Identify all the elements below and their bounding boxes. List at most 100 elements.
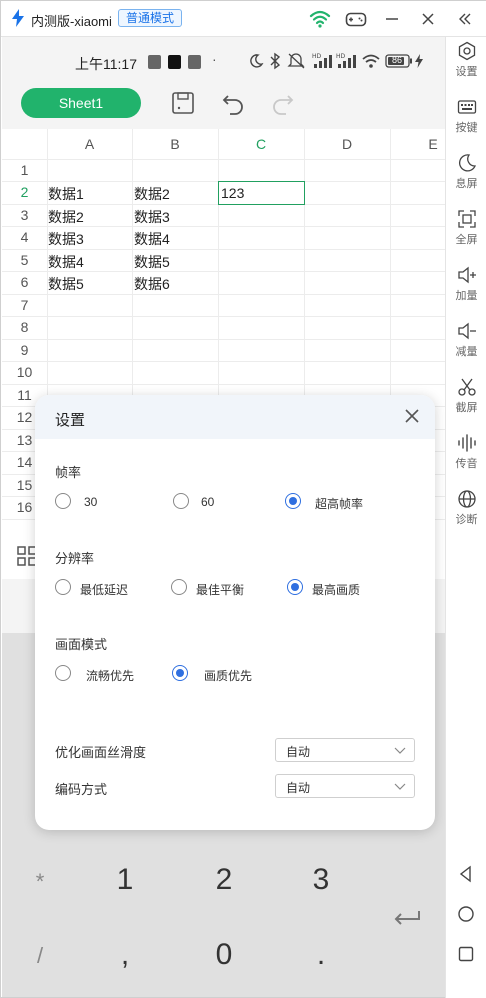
row-header[interactable]: 8 [2,319,47,335]
home-nav-icon[interactable] [456,904,476,924]
radio-quality-first-label[interactable]: 画质优先 [204,667,252,684]
radio-lowest-latency-label[interactable]: 最低延迟 [80,581,128,598]
row-header[interactable]: 4 [2,229,47,245]
radio-smooth-first-label[interactable]: 流畅优先 [86,667,134,684]
radio-30fps[interactable] [55,493,71,509]
cell-b4[interactable]: 数据4 [134,229,170,249]
radio-smooth-first[interactable] [55,665,71,681]
settings-icon [458,41,475,61]
column-header[interactable]: D [304,129,390,159]
dot-icon: · [212,51,217,67]
radio-highest-quality[interactable] [287,579,303,595]
cell-a4[interactable]: 数据3 [48,229,84,249]
radio-60fps[interactable] [173,493,189,509]
row-header[interactable]: 9 [2,342,47,358]
sidebar-label: 按键 [455,122,478,134]
radio-best-balance[interactable] [171,579,187,595]
key-dot[interactable]: . [291,938,351,972]
key-slash[interactable]: / [10,943,70,969]
column-header[interactable]: A [47,129,132,159]
cell-b6[interactable]: 数据6 [134,274,170,294]
sidebar-item-fullscreen[interactable]: 全屏 [446,205,486,257]
svg-text:HD: HD [312,53,322,60]
row-header[interactable]: 1 [2,162,47,178]
moon-icon [458,154,476,172]
key-comma[interactable]: , [95,938,155,972]
radio-ultra-fps[interactable] [285,493,301,509]
sidebar-item-volume-down[interactable]: 减量 [446,317,486,369]
row-header[interactable]: 10 [2,364,47,380]
dialog-header: 设置 [35,395,435,439]
row-header[interactable]: 3 [2,207,47,223]
status-time: 上午11:17 [75,56,137,72]
radio-60fps-label[interactable]: 60 [201,495,214,509]
wifi-icon[interactable] [308,7,332,31]
cell-b3[interactable]: 数据3 [134,207,170,227]
radio-highest-quality-label[interactable]: 最高画质 [312,581,360,598]
sidebar-label: 截屏 [455,402,478,414]
undo-icon[interactable] [220,90,246,116]
picture-mode-label: 画面模式 [55,637,108,652]
key-asterisk[interactable]: * [10,869,70,895]
key-2[interactable]: 2 [194,863,254,897]
editor-toolbar: Sheet1 [2,87,445,129]
title-bar: 内测版-xiaomi 普通模式 [1,1,486,37]
sidebar-item-keys[interactable]: 按键 [446,93,486,145]
sidebar-item-settings[interactable]: 设置 [446,37,486,89]
radio-quality-first[interactable] [172,665,188,681]
row-header[interactable]: 6 [2,274,47,290]
close-icon[interactable] [403,407,421,425]
mode-badge[interactable]: 普通模式 [118,9,183,27]
smoothness-select[interactable]: 自动 [275,738,415,762]
encoding-value: 自动 [286,781,311,795]
column-header[interactable]: E [390,129,445,159]
sidebar-label: 加量 [455,290,478,302]
cell-b2[interactable]: 数据2 [134,184,170,204]
signal-hd-icon: HD [336,53,356,68]
signal-hd-icon: HD [312,53,332,68]
sidebar-label: 传音 [455,458,478,470]
mute-icon [287,53,305,69]
sidebar-item-screen-off[interactable]: 息屏 [446,149,486,201]
encoding-select[interactable]: 自动 [275,774,415,798]
selected-cell-c2[interactable]: 123 [218,181,305,205]
column-header[interactable]: B [132,129,218,159]
chevron-down-icon [394,783,406,790]
column-header-selected[interactable]: C [218,129,304,159]
cell-a6[interactable]: 数据5 [48,274,84,294]
cell-a2[interactable]: 数据1 [48,184,84,204]
row-header[interactable]: 5 [2,252,47,268]
radio-lowest-latency[interactable] [55,579,71,595]
close-window-icon[interactable] [416,7,440,31]
sidebar-item-screenshot[interactable]: 截屏 [446,373,486,425]
row-header-selected[interactable]: 2 [2,184,47,200]
redo-icon[interactable] [270,90,296,116]
globe-icon [457,490,476,508]
save-icon[interactable] [170,90,196,116]
cell-a3[interactable]: 数据2 [48,207,84,227]
radio-ultra-fps-label[interactable]: 超高帧率 [315,495,363,512]
key-0[interactable]: 0 [194,938,254,972]
cell-a5[interactable]: 数据4 [48,252,84,272]
notification-icon [148,55,161,69]
sidebar-item-volume-up[interactable]: 加量 [446,261,486,313]
gamepad-icon[interactable] [344,7,368,31]
collapse-chevron-icon[interactable] [453,7,477,31]
minimize-icon[interactable] [380,7,404,31]
notification-icon [188,55,201,69]
radio-30fps-label[interactable]: 30 [84,495,97,509]
enter-key-icon[interactable] [392,909,422,927]
key-1[interactable]: 1 [95,863,155,897]
notification-icon [168,55,181,69]
back-nav-icon[interactable] [456,864,476,884]
radio-best-balance-label[interactable]: 最佳平衡 [196,581,244,598]
recents-nav-icon[interactable] [456,944,476,964]
cell-b5[interactable]: 数据5 [134,252,170,272]
row-header[interactable]: 7 [2,297,47,313]
sidebar-item-audio[interactable]: 传音 [446,429,486,481]
sheet-tab[interactable]: Sheet1 [21,88,141,118]
sidebar-item-diagnose[interactable]: 诊断 [446,485,486,537]
key-3[interactable]: 3 [291,863,351,897]
cell-c2-value: 123 [221,185,245,201]
lightning-logo-icon [12,9,24,27]
